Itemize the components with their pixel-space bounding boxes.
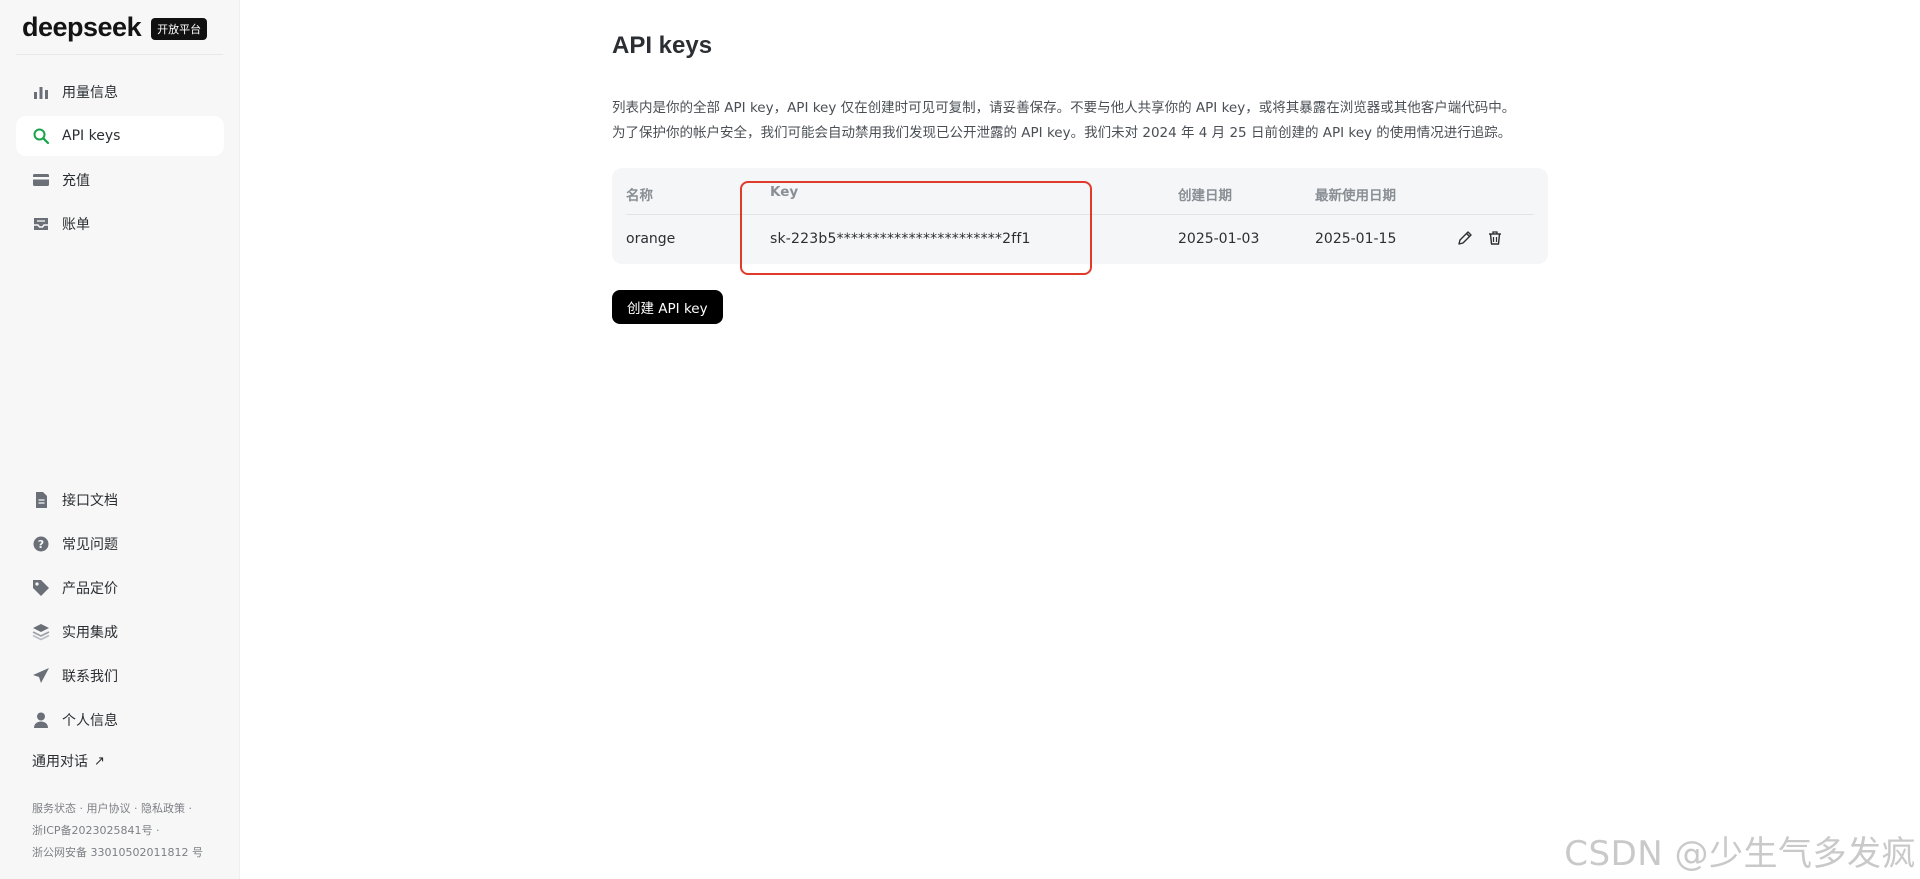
- column-header-name: 名称: [626, 188, 653, 204]
- page-description: 列表内是你的全部 API key，API key 仅在创建时可见可复制，请妥善保…: [612, 96, 1572, 146]
- sidebar-item-label: 账单: [62, 217, 90, 233]
- svg-text:?: ?: [38, 538, 44, 551]
- sidebar-item-label: 用量信息: [62, 85, 118, 101]
- sidebar-item-label: 常见问题: [62, 537, 118, 553]
- table-header-divider: [626, 214, 1534, 215]
- masked-key: sk-223b5***********************2ff1: [770, 231, 1031, 247]
- table-header: 名称 Key 创建日期 最新使用日期: [612, 168, 1548, 216]
- sidebar-item-label: 充值: [62, 173, 90, 189]
- general-chat-link[interactable]: 通用对话 ↗: [16, 744, 224, 778]
- question-icon: ?: [32, 535, 50, 553]
- tag-icon: [32, 579, 50, 597]
- platform-badge: 开放平台: [151, 18, 208, 40]
- sidebar-item-contact[interactable]: 联系我们: [16, 656, 224, 696]
- brand-divider: [16, 54, 223, 55]
- sidebar-item-billing[interactable]: 账单: [16, 204, 224, 244]
- privacy-policy-link[interactable]: 隐私政策: [141, 802, 185, 815]
- sidebar-item-api-docs[interactable]: 接口文档: [16, 480, 224, 520]
- column-header-created: 创建日期: [1178, 188, 1232, 204]
- api-keys-table: 名称 Key 创建日期 最新使用日期 orange sk-223b5******…: [612, 168, 1548, 264]
- sidebar-footer: 服务状态 · 用户协议 · 隐私政策 · 浙ICP备2023025841号 · …: [32, 802, 203, 859]
- edit-icon[interactable]: [1457, 230, 1473, 246]
- column-header-last-used: 最新使用日期: [1315, 188, 1396, 204]
- inbox-icon: [32, 215, 50, 233]
- last-used-date: 2025-01-15: [1315, 231, 1397, 247]
- arrow-up-right-icon: ↗: [94, 753, 105, 769]
- police-record-link[interactable]: 浙公网安备 33010502011812 号: [32, 846, 203, 859]
- sidebar-item-label: 产品定价: [62, 581, 118, 597]
- user-agreement-link[interactable]: 用户协议: [87, 802, 131, 815]
- layers-icon: [32, 623, 50, 641]
- credit-card-icon: [32, 171, 50, 189]
- delete-icon[interactable]: [1487, 230, 1503, 246]
- sidebar-item-usage[interactable]: 用量信息: [16, 72, 224, 112]
- secondary-nav: 接口文档 ? 常见问题 产品定价 实用集成 联系我们 个人信息 通用对话 ↗: [16, 480, 224, 778]
- created-date: 2025-01-03: [1178, 231, 1260, 247]
- key-name: orange: [626, 231, 676, 247]
- sidebar: deepseek 开放平台 用量信息 API keys 充值 账单 接口文档 ?…: [0, 0, 240, 879]
- description-line: 列表内是你的全部 API key，API key 仅在创建时可见可复制，请妥善保…: [612, 100, 1516, 116]
- sidebar-item-label: API keys: [62, 128, 121, 144]
- sidebar-item-label: 实用集成: [62, 625, 118, 641]
- sidebar-item-recharge[interactable]: 充值: [16, 160, 224, 200]
- general-chat-label: 通用对话: [32, 754, 88, 770]
- user-icon: [32, 711, 50, 729]
- document-icon: [32, 491, 50, 509]
- page-title: API keys: [612, 32, 713, 59]
- service-status-link[interactable]: 服务状态: [32, 802, 76, 815]
- sidebar-item-api-keys[interactable]: API keys: [16, 116, 224, 156]
- brand[interactable]: deepseek 开放平台: [22, 12, 208, 43]
- send-icon: [32, 667, 50, 685]
- sidebar-item-profile[interactable]: 个人信息: [16, 700, 224, 740]
- description-line: 为了保护你的帐户安全，我们可能会自动禁用我们发现已公开泄露的 API key。我…: [612, 125, 1512, 141]
- watermark: CSDN @少生气多发疯: [1564, 834, 1916, 874]
- deepseek-logo[interactable]: deepseek: [22, 12, 142, 43]
- sidebar-item-integrations[interactable]: 实用集成: [16, 612, 224, 652]
- bar-chart-icon: [32, 83, 50, 101]
- main-nav: 用量信息 API keys 充值 账单: [16, 72, 224, 248]
- sidebar-item-label: 联系我们: [62, 669, 118, 685]
- sidebar-item-label: 接口文档: [62, 493, 118, 509]
- sidebar-item-pricing[interactable]: 产品定价: [16, 568, 224, 608]
- search-icon: [32, 127, 50, 145]
- create-api-key-button[interactable]: 创建 API key: [612, 290, 723, 324]
- column-header-key: Key: [770, 184, 799, 200]
- icp-link[interactable]: 浙ICP备2023025841号: [32, 824, 153, 837]
- sidebar-item-faq[interactable]: ? 常见问题: [16, 524, 224, 564]
- sidebar-item-label: 个人信息: [62, 713, 118, 729]
- row-actions: [1457, 230, 1503, 246]
